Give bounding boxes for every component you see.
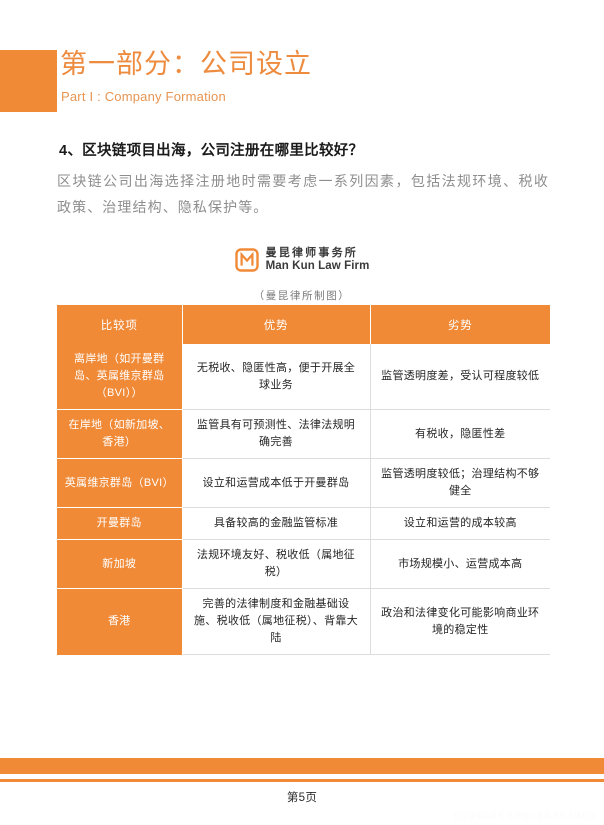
logo-name-chinese: 曼昆律师事务所 [265, 247, 358, 259]
table-cell-item: 新加坡 [57, 539, 183, 589]
man-kun-m-logo-icon [234, 248, 259, 272]
table-head: 比较项 优势 劣势 [57, 305, 550, 344]
section-title-chinese: 第一部分：公司设立 [60, 49, 312, 79]
table-cell-cons: 有税收，隐匿性差 [370, 409, 550, 459]
section-header: 第一部分：公司设立 Part I : Company Formation [0, 49, 604, 112]
table-row: 英属维京群岛（BVI） 设立和运营成本低于开曼群岛 监管透明度较低；治理结构不够健全 [57, 458, 550, 508]
table-cell-item: 英属维京群岛（BVI） [57, 458, 183, 508]
table-cell-cons: 监管透明度较低；治理结构不够健全 [370, 458, 550, 508]
table-row: 香港 完善的法律制度和金融基础设施、税收低（属地征税）、背靠大陆 政治和法律变化可能… [57, 588, 550, 655]
logo-text-stack: 曼昆律师事务所 Man Kun Law Firm [266, 248, 370, 273]
section-title-english: Part I : Company Formation [61, 89, 226, 104]
footer-bar-thick [0, 758, 604, 774]
table-cell-pros: 具备较高的金融监管标准 [182, 507, 371, 540]
table-header-cons: 劣势 [370, 305, 550, 344]
table-cell-item: 在岸地（如新加坡、香港） [57, 409, 183, 459]
table-cell-cons: 设立和运营的成本较高 [370, 507, 550, 540]
comparison-table: 比较项 优势 劣势 离岸地（如开曼群岛、英属维京群岛（BVI）） 无税收、隐匿性高… [57, 305, 550, 655]
table-cell-item: 香港 [57, 588, 183, 655]
section-accent-block [0, 50, 57, 112]
table-row: 在岸地（如新加坡、香港） 监管具有可预测性、法律法规明确完善 有税收，隐匿性差 [57, 409, 550, 459]
table-row: 离岸地（如开曼群岛、英属维京群岛（BVI）） 无税收、隐匿性高，便于开展全球业务监… [57, 344, 550, 410]
page-number: 第5页 [286, 792, 318, 804]
table-cell-cons: 政治和法律变化可能影响商业环境的稳定性 [370, 588, 550, 655]
table-cell-pros: 监管具有可预测性、法律法规明确完善 [182, 409, 371, 459]
footer-bar-thin [0, 779, 604, 782]
table-cell-pros: 无税收、隐匿性高，便于开展全球业务 [182, 344, 371, 410]
table-cell-item: 离岸地（如开曼群岛、英属维京群岛（BVI）） [57, 344, 183, 410]
table-row: 开曼群岛 具备较高的金融监管标准 设立和运营的成本较高 [57, 507, 550, 540]
table-header-item: 比较项 [57, 305, 183, 344]
question-block: 4、区块链项目出海，公司注册在哪里比较好？ 区块链公司出海选择注册地时需要考虑一… [57, 140, 557, 220]
table-cell-cons: 监管透明度差，受认可程度较低 [370, 344, 550, 410]
table-row: 新加坡 法规环境友好、税收低（属地征税） 市场规模小、运营成本高 [57, 539, 550, 589]
logo-name-english: Man Kun Law Firm [265, 260, 370, 272]
table-cell-pros: 完善的法律制度和金融基础设施、税收低（属地征税）、背靠大陆 [182, 588, 371, 655]
table-body: 离岸地（如开曼群岛、英属维京群岛（BVI）） 无税收、隐匿性高，便于开展全球业务监… [57, 344, 550, 655]
table-header-pros: 优势 [182, 305, 371, 344]
table-cell-pros: 法规环境友好、税收低（属地征税） [182, 539, 371, 589]
page-watermark: 曼昆律师事务所 区块链与虚拟货币法律服务 [453, 813, 596, 820]
logo-area: 曼昆律师事务所 Man Kun Law Firm （曼昆律所制图） [0, 248, 604, 303]
table-header-row: 比较项 优势 劣势 [57, 305, 550, 344]
logo-row: 曼昆律师事务所 Man Kun Law Firm [234, 248, 370, 273]
table-cell-item: 开曼群岛 [57, 507, 183, 540]
question-body-text: 区块链公司出海选择注册地时需要考虑一系列因素，包括法规环境、税收政策、治理结构、… [57, 173, 549, 215]
table-cell-pros: 设立和运营成本低于开曼群岛 [182, 458, 371, 508]
question-heading: 4、区块链项目出海，公司注册在哪里比较好？ [59, 143, 364, 159]
logo-caption: （曼昆律所制图） [253, 290, 351, 303]
table-cell-cons: 市场规模小、运营成本高 [370, 539, 550, 589]
